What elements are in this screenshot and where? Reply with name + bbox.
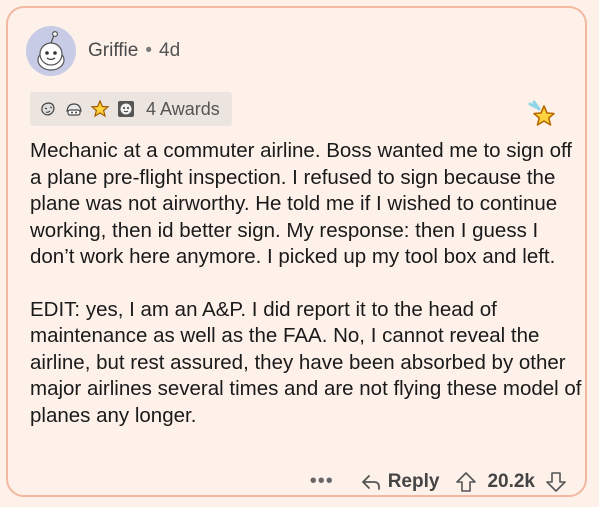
helmet-award-icon bbox=[66, 103, 82, 116]
reply-arrow-icon bbox=[361, 474, 380, 490]
avatar[interactable] bbox=[26, 26, 76, 76]
vote-controls: 20.2k bbox=[455, 471, 567, 493]
reply-button[interactable]: Reply bbox=[360, 470, 440, 493]
comment-paragraph-1: Mechanic at a commuter airline. Boss wan… bbox=[30, 139, 572, 268]
comment-age: 4d bbox=[159, 40, 181, 61]
author-name[interactable]: Griffie bbox=[88, 40, 138, 62]
star-award-icon bbox=[90, 99, 110, 118]
comment-body: Mechanic at a commuter airline. Boss wan… bbox=[30, 138, 585, 429]
meta-separator: • bbox=[145, 40, 152, 61]
face-award-icon bbox=[41, 102, 55, 116]
give-award-star-icon[interactable] bbox=[524, 98, 558, 132]
comment-header: Griffie • 4d bbox=[26, 26, 180, 76]
comment-paragraph-2: EDIT: yes, I am an A&P. I did report it … bbox=[30, 297, 582, 427]
comment-actions: ••• Reply 20.2k bbox=[310, 470, 567, 493]
downvote-arrow-icon[interactable] bbox=[545, 471, 567, 493]
comment-meta: Griffie • 4d bbox=[88, 40, 180, 62]
awards-count-label: 4 Awards bbox=[146, 98, 220, 119]
snoo-avatar-icon bbox=[37, 30, 65, 71]
upvote-arrow-icon[interactable] bbox=[455, 471, 477, 493]
awards-bar[interactable]: 4 Awards bbox=[30, 92, 232, 126]
more-options-button[interactable]: ••• bbox=[310, 470, 334, 493]
reply-label: Reply bbox=[387, 470, 440, 492]
vote-count: 20.2k bbox=[487, 470, 535, 492]
comment-card: Griffie • 4d 4 Awards Mechanic at a comm… bbox=[6, 6, 587, 497]
ape-award-icon bbox=[118, 101, 134, 117]
